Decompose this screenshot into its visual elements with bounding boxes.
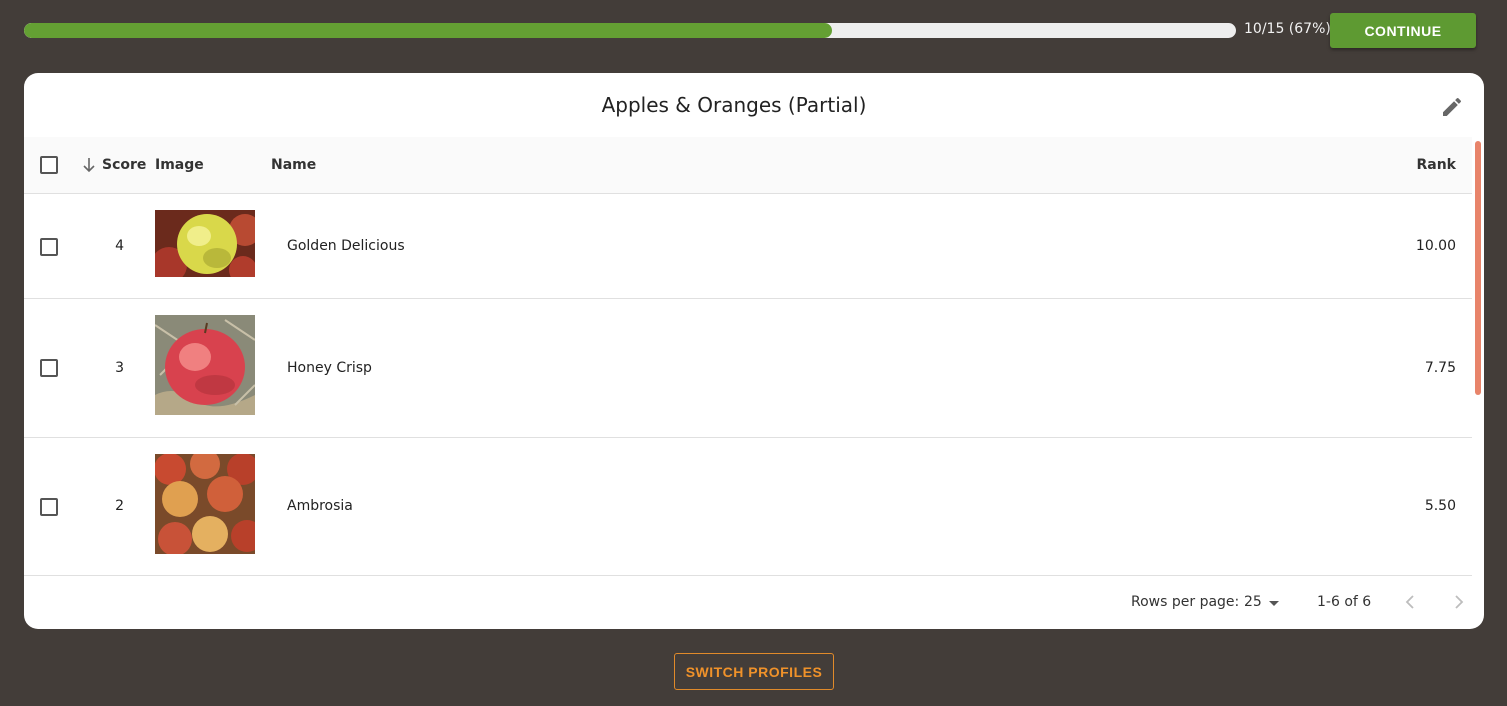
pencil-icon[interactable] [1440,95,1464,119]
name-cell: Ambrosia [287,498,353,514]
table-row[interactable]: 3 Honey Crisp 7.75 [24,299,1472,438]
score-cell: 4 [115,238,124,254]
score-cell: 2 [115,498,124,514]
progress-fill [24,23,833,38]
rows-per-page-label: Rows per page: [1131,594,1240,610]
caret-down-icon[interactable] [1268,600,1280,608]
table-row[interactable]: 2 Ambrosia 5.50 [24,438,1472,576]
results-card: Apples & Oranges (Partial) Score Image N… [24,73,1484,629]
pagination: Rows per page: 25 1-6 of 6 [24,578,1484,629]
honey-crisp-image [155,315,255,415]
golden-delicious-image [155,210,255,277]
select-all-checkbox[interactable] [40,156,58,174]
card-title: Apples & Oranges (Partial) [601,93,867,117]
ambrosia-image [155,454,255,554]
progress-bar [24,23,1236,38]
name-cell: Honey Crisp [287,360,372,376]
column-header-rank[interactable]: Rank [1416,157,1456,173]
rank-cell: 7.75 [1424,360,1456,376]
rows-per-page-select[interactable]: 25 [1244,594,1262,610]
table-row[interactable]: 4 Golden Delicious 10.00 [24,194,1472,299]
row-checkbox[interactable] [40,359,58,377]
scrollbar[interactable] [1475,141,1481,395]
arrow-down-icon[interactable] [82,157,96,173]
switch-profiles-button[interactable]: SWITCH PROFILES [674,653,834,690]
page-range: 1-6 of 6 [1317,594,1372,610]
continue-button[interactable]: CONTINUE [1330,13,1476,48]
score-cell: 3 [115,360,124,376]
table-header: Score Image Name Rank [24,137,1472,194]
row-checkbox[interactable] [40,238,58,256]
column-header-image[interactable]: Image [155,157,204,173]
column-header-score[interactable]: Score [102,157,146,173]
rank-cell: 5.50 [1424,498,1456,514]
progress-text: 10/15 (67%) [1244,21,1331,37]
row-checkbox[interactable] [40,498,58,516]
chevron-left-icon[interactable] [1401,592,1421,612]
name-cell: Golden Delicious [287,238,405,254]
rank-cell: 10.00 [1415,238,1456,254]
chevron-right-icon[interactable] [1448,592,1468,612]
column-header-name[interactable]: Name [271,157,316,173]
